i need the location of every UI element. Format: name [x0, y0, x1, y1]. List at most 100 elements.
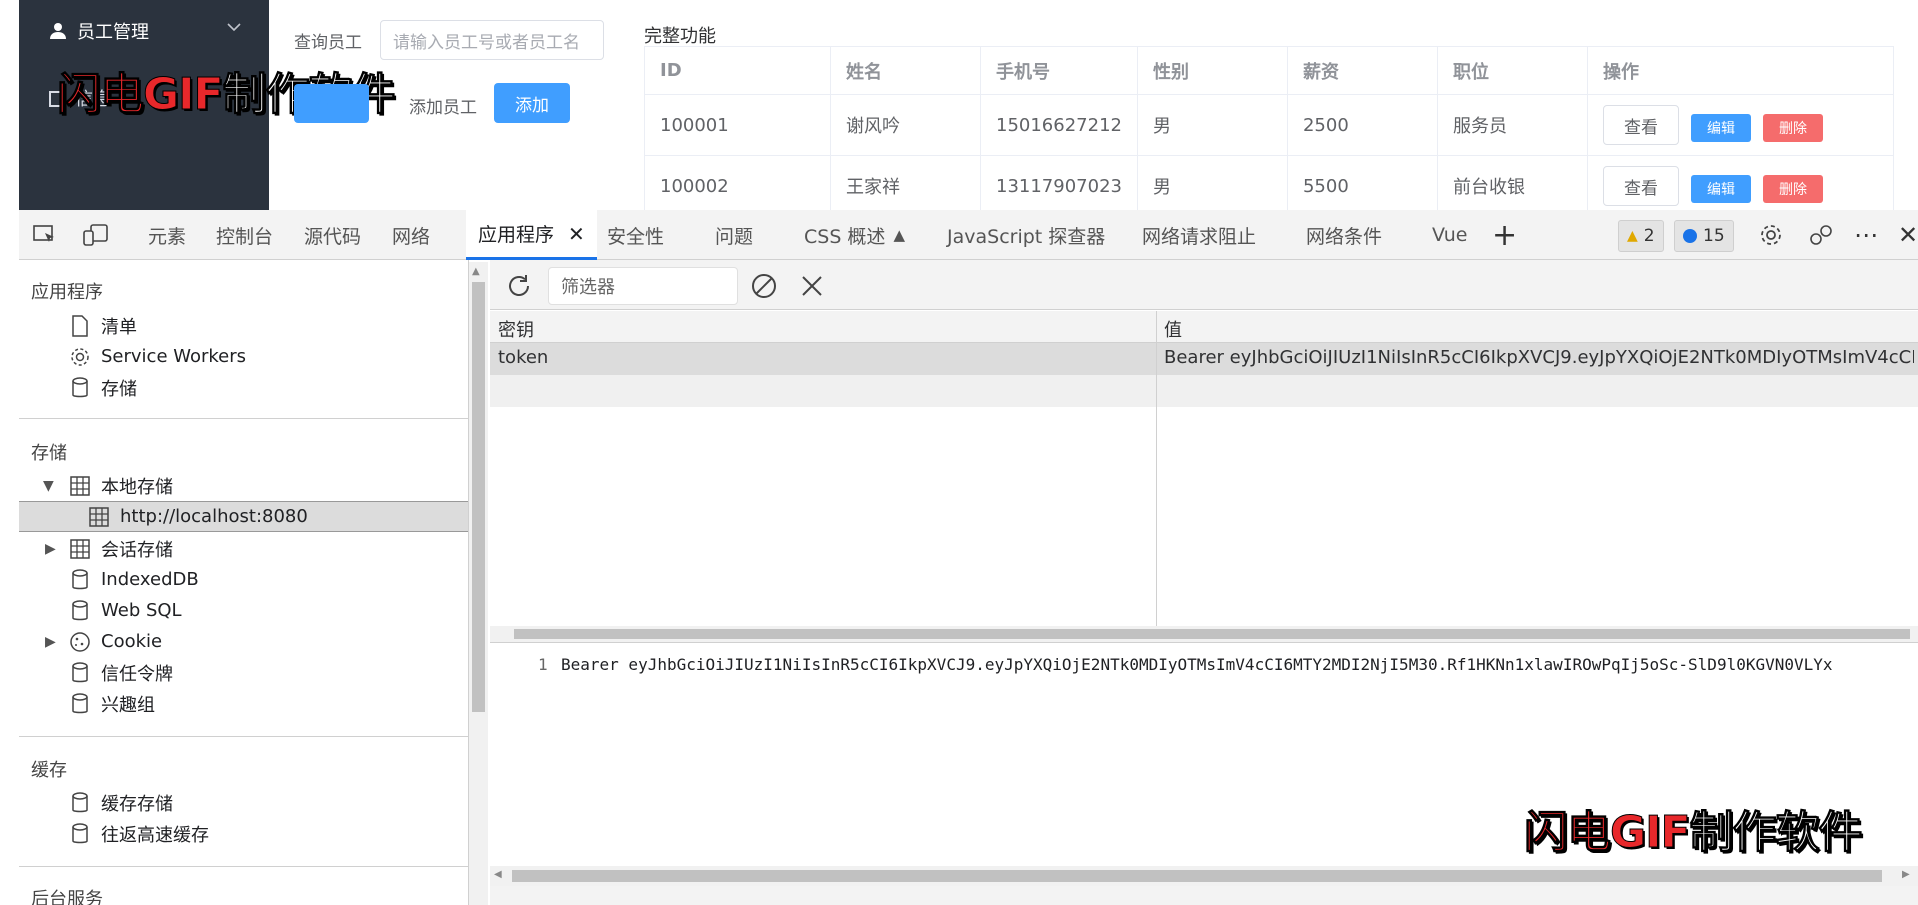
menu-employee-management[interactable]: 员工管理 [49, 18, 149, 44]
tab-security[interactable]: 安全性 [607, 210, 664, 260]
table-row[interactable]: token Bearer eyJhbGciOiJIUzI1NiIsInR5cCI… [490, 343, 1918, 375]
filter-input[interactable]: 筛选器 [548, 267, 738, 305]
watermark-red-text: 闪电GIF [57, 69, 225, 121]
preview-horizontal-scrollbar-thumb[interactable] [512, 870, 1882, 882]
chevron-down-icon[interactable] [227, 20, 241, 36]
tab-console[interactable]: 控制台 [216, 210, 273, 260]
tree-item-websql[interactable]: Web SQL [19, 595, 468, 626]
message-icon [1683, 229, 1697, 243]
tree-item-cache-storage[interactable]: 缓存存储 [19, 787, 468, 818]
col-salary: 薪资 [1286, 46, 1438, 95]
flask-icon: ▲ [893, 226, 905, 244]
tree-item-interest-groups[interactable]: 兴趣组 [19, 688, 468, 719]
close-icon[interactable]: ✕ [568, 222, 585, 246]
col-id: ID [644, 46, 831, 95]
scroll-left-arrow-icon[interactable]: ◀ [494, 869, 502, 880]
collapsed-triangle-icon[interactable]: ▶ [45, 634, 56, 650]
cell-salary: 2500 [1286, 94, 1438, 156]
messages-badge[interactable]: 15 [1674, 220, 1734, 252]
tree-item-label: 存储 [101, 378, 137, 400]
col-position: 职位 [1436, 46, 1588, 95]
device-toolbar-icon[interactable] [83, 210, 109, 260]
tree-item-label: 会话存储 [101, 539, 173, 561]
table-icon [69, 475, 91, 497]
clear-all-icon[interactable] [750, 272, 778, 300]
tree-item-label: http://localhost:8080 [120, 506, 308, 527]
tab-css-overview[interactable]: CSS 概述 ▲ [804, 210, 905, 260]
view-button[interactable]: 查看 [1602, 166, 1679, 206]
view-button[interactable]: 查看 [1602, 105, 1679, 145]
app-viewport: 员工管理 信息 闪电GIF制作软件 查询员工 请输入员工号或者员工名 查询 添加… [0, 0, 1918, 210]
kv-horizontal-scrollbar-thumb[interactable] [514, 629, 1910, 639]
application-sidebar: 应用程序 清单 Service Workers 存储 存储 ▼ 本地存储 htt… [19, 260, 469, 905]
cell-phone: 13117907023 [980, 155, 1138, 210]
table-row-empty[interactable] [490, 375, 1918, 407]
cell-gender: 男 [1136, 94, 1288, 156]
section-storage: 存储 [31, 443, 67, 464]
add-button[interactable]: 添加 [494, 83, 570, 123]
tree-item-trust-tokens[interactable]: 信任令牌 [19, 657, 468, 688]
tab-sources[interactable]: 源代码 [304, 210, 361, 260]
database-icon [69, 791, 91, 814]
tab-vue[interactable]: Vue [1432, 210, 1467, 260]
tab-network[interactable]: 网络 [392, 210, 430, 260]
search-input[interactable]: 请输入员工号或者员工名 [380, 20, 604, 60]
sidebar-scrollbar-thumb[interactable] [472, 282, 485, 712]
delete-button[interactable]: 删除 [1762, 113, 1823, 142]
expanded-triangle-icon[interactable]: ▼ [43, 478, 54, 494]
tree-item-label: Web SQL [101, 600, 182, 621]
cell-salary: 5500 [1286, 155, 1438, 210]
edit-button[interactable]: 编辑 [1690, 113, 1751, 142]
refresh-icon[interactable] [505, 272, 533, 300]
warnings-badge[interactable]: ▲ 2 [1618, 220, 1664, 252]
tree-item-bfcache[interactable]: 往返高速缓存 [19, 818, 468, 849]
add-tab-icon[interactable]: + [1492, 210, 1517, 260]
database-icon [69, 822, 91, 845]
gear-icon [69, 346, 91, 368]
table-row: 100001 谢风吟 15016627212 男 2500 服务员 查看 编辑 删除 [644, 94, 1895, 156]
tab-elements[interactable]: 元素 [148, 210, 186, 260]
tab-application[interactable]: 应用程序 ✕ [466, 210, 597, 260]
tree-item-cookie[interactable]: ▶ Cookie [19, 626, 468, 657]
preview-text: Bearer eyJhbGciOiJIUzI1NiIsInR5cCI6IkpXV… [561, 655, 1833, 674]
employee-table: ID 姓名 手机号 性别 薪资 职位 操作 100001 谢风吟 1501662… [644, 46, 1895, 210]
tree-item-local-origin[interactable]: http://localhost:8080 [19, 501, 468, 532]
cell-position: 前台收银 [1436, 155, 1588, 210]
bottom-strip [490, 886, 1918, 905]
scroll-right-arrow-icon[interactable]: ▶ [1902, 869, 1910, 880]
tree-item-service-workers[interactable]: Service Workers [19, 341, 468, 372]
tree-item-local-storage[interactable]: ▼ 本地存储 [19, 470, 468, 501]
query-button[interactable]: 查询 [294, 84, 369, 123]
tab-css-overview-label: CSS 概述 [804, 225, 886, 248]
tree-item-label: IndexedDB [101, 569, 199, 590]
tree-item-manifest[interactable]: 清单 [19, 310, 468, 341]
delete-button[interactable]: 删除 [1762, 174, 1823, 203]
tree-item-session-storage[interactable]: ▶ 会话存储 [19, 533, 468, 564]
kv-horizontal-scrollbar[interactable] [490, 626, 1918, 642]
col-value-header[interactable]: 值 [1164, 316, 1182, 342]
tab-issues[interactable]: 问题 [715, 210, 753, 260]
divider [19, 736, 468, 737]
delete-selected-icon[interactable] [800, 274, 824, 298]
tab-network-conditions[interactable]: 网络条件 [1306, 210, 1382, 260]
tree-item-indexeddb[interactable]: IndexedDB [19, 564, 468, 595]
devtools-tabbar: 元素 控制台 源代码 网络 应用程序 ✕ 安全性 问题 CSS 概述 ▲ Jav… [19, 210, 1918, 260]
warnings-count: 2 [1643, 226, 1655, 246]
inspect-element-icon[interactable] [33, 210, 57, 260]
tab-js-profiler[interactable]: JavaScript 探查器 [947, 210, 1105, 260]
close-devtools-icon[interactable]: ✕ [1898, 210, 1918, 260]
col-actions: 操作 [1586, 46, 1895, 95]
tab-request-blocking[interactable]: 网络请求阻止 [1142, 210, 1256, 260]
edit-button[interactable]: 编辑 [1690, 174, 1751, 203]
collapsed-triangle-icon[interactable]: ▶ [45, 541, 56, 557]
col-key-header[interactable]: 密钥 [498, 316, 534, 342]
tree-item-storage[interactable]: 存储 [19, 372, 468, 403]
scroll-up-arrow-icon[interactable]: ▲ [472, 266, 480, 277]
preview-horizontal-scrollbar[interactable]: ◀ ▶ [490, 866, 1918, 886]
settings-gear-icon[interactable] [1758, 210, 1784, 260]
cell-actions: 查看 编辑 删除 [1586, 155, 1895, 210]
database-icon [69, 692, 91, 715]
more-options-icon[interactable]: ⋯ [1854, 210, 1878, 260]
feedback-icon[interactable] [1808, 210, 1834, 260]
window-left-edge [0, 0, 19, 905]
